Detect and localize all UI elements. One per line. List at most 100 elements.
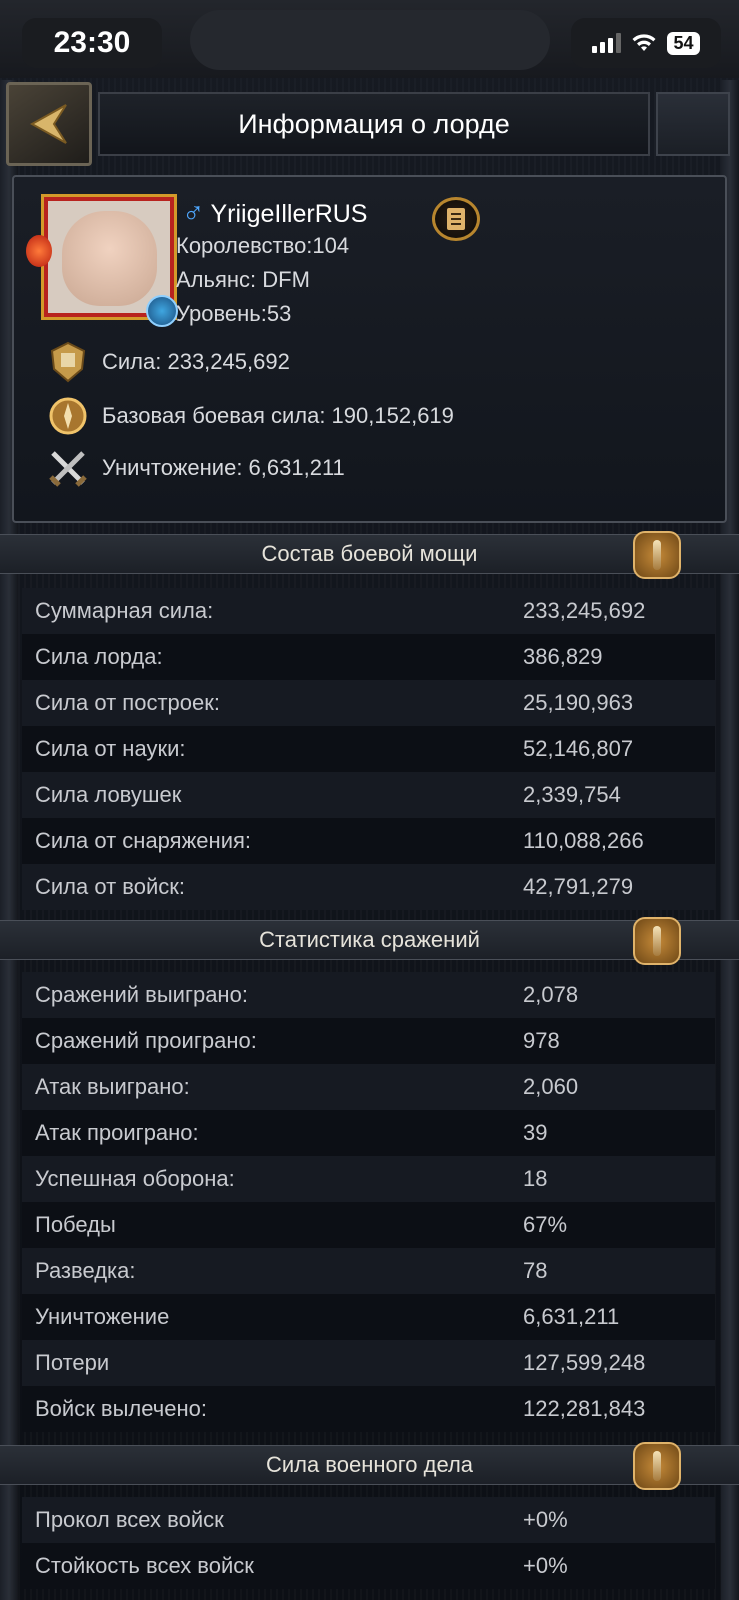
row-value: +0% bbox=[523, 1507, 568, 1532]
row-value: 110,088,266 bbox=[523, 828, 644, 853]
level-label: Уровень:53 bbox=[176, 301, 292, 326]
table-row: Потери 127,599,248 bbox=[22, 1340, 715, 1386]
row-label: Сила лорда: bbox=[35, 644, 163, 669]
row-label: Победы bbox=[35, 1212, 116, 1237]
table-row: Стойкость всех войск +0% bbox=[22, 1543, 715, 1589]
status-indicators: 54 bbox=[571, 18, 721, 68]
table-row: Сила ловушек 2,339,754 bbox=[22, 772, 715, 818]
cell-signal-icon bbox=[592, 33, 622, 53]
stat-base-combat: Базовая боевая сила: 190,152,619 bbox=[44, 393, 454, 439]
row-label: Суммарная сила: bbox=[35, 598, 214, 623]
row-value: 233,245,692 bbox=[523, 598, 646, 623]
row-value: 52,146,807 bbox=[523, 736, 634, 761]
row-value: 2,078 bbox=[523, 982, 579, 1007]
row-label: Сила от построек: bbox=[35, 690, 220, 715]
lord-name-row: ♂ YriigeIllerRUS bbox=[182, 199, 367, 229]
lord-name: YriigeIllerRUS bbox=[210, 199, 368, 228]
kingdom-label: Королевство:104 bbox=[176, 233, 350, 258]
row-value: 2,339,754 bbox=[523, 782, 621, 807]
male-gender-icon: ♂ bbox=[182, 197, 205, 230]
base-combat-icon bbox=[44, 393, 92, 439]
row-value: 127,599,248 bbox=[523, 1350, 646, 1375]
change-avatar-icon[interactable] bbox=[146, 295, 178, 327]
row-label: Стойкость всех войск bbox=[35, 1553, 254, 1578]
row-value: 67% bbox=[523, 1212, 568, 1237]
row-label: Прокол всех войск bbox=[35, 1507, 224, 1532]
table-row: Сила от войск: 42,791,279 bbox=[22, 864, 715, 910]
back-button[interactable] bbox=[6, 82, 92, 166]
section-title: Статистика сражений bbox=[259, 927, 480, 952]
row-label: Разведка: bbox=[35, 1258, 136, 1283]
row-value: 386,829 bbox=[523, 644, 603, 669]
status-time: 23:30 bbox=[22, 18, 162, 68]
header-ornament bbox=[656, 92, 730, 156]
table-row: Прокол всех войск +0% bbox=[22, 1497, 715, 1543]
row-value: 978 bbox=[523, 1028, 560, 1053]
table-row: Уничтожение 6,631,211 bbox=[22, 1294, 715, 1340]
row-label: Потери bbox=[35, 1350, 110, 1375]
page-title: Информация о лорде bbox=[98, 92, 650, 156]
row-value: 122,281,843 bbox=[523, 1396, 646, 1421]
battery-level: 54 bbox=[667, 31, 700, 55]
row-label: Сражений выиграно: bbox=[35, 982, 248, 1007]
stat-destruction: Уничтожение: 6,631,211 bbox=[44, 445, 345, 491]
stat-destruction-label: Уничтожение: 6,631,211 bbox=[102, 455, 345, 480]
military-power-table: Прокол всех войск +0% Стойкость всех войс… bbox=[22, 1497, 715, 1589]
table-row: Победы 67% bbox=[22, 1202, 715, 1248]
info-button[interactable] bbox=[633, 531, 681, 579]
info-button[interactable] bbox=[633, 1442, 681, 1490]
row-label: Сила от науки: bbox=[35, 736, 186, 761]
row-label: Сила от войск: bbox=[35, 874, 186, 899]
section-header-military-power: Сила военного дела bbox=[0, 1442, 739, 1490]
row-label: Атак проиграно: bbox=[35, 1120, 199, 1145]
row-value: 39 bbox=[523, 1120, 548, 1145]
row-label: Успешная оборона: bbox=[35, 1166, 235, 1191]
table-row: Атак выиграно: 2,060 bbox=[22, 1064, 715, 1110]
table-row: Войск вылечено: 122,281,843 bbox=[22, 1386, 715, 1432]
row-value: 78 bbox=[523, 1258, 548, 1283]
row-label: Атак выиграно: bbox=[35, 1074, 190, 1099]
section-header-battle-stats: Статистика сражений bbox=[0, 917, 739, 965]
table-row: Сражений проиграно: 978 bbox=[22, 1018, 715, 1064]
table-row: Сила лорда: 386,829 bbox=[22, 634, 715, 680]
document-icon bbox=[447, 208, 465, 230]
table-row: Разведка: 78 bbox=[22, 1248, 715, 1294]
power-icon bbox=[44, 339, 92, 385]
row-value: +0% bbox=[523, 1553, 568, 1578]
document-button[interactable] bbox=[432, 197, 480, 241]
table-row: Атак проиграно: 39 bbox=[22, 1110, 715, 1156]
row-value: 25,190,963 bbox=[523, 690, 634, 715]
row-value: 18 bbox=[523, 1166, 548, 1191]
stat-power: Сила: 233,245,692 bbox=[44, 339, 290, 385]
row-label: Сила ловушек bbox=[35, 782, 182, 807]
power-composition-table: Суммарная сила: 233,245,692 Сила лорда: 38… bbox=[22, 588, 715, 910]
stat-base-combat-label: Базовая боевая сила: 190,152,619 bbox=[102, 403, 454, 428]
table-row: Сила от снаряжения: 110,088,266 bbox=[22, 818, 715, 864]
status-bar: 23:30 54 bbox=[0, 0, 739, 78]
dynamic-island bbox=[190, 10, 550, 70]
info-button[interactable] bbox=[633, 917, 681, 965]
table-row: Сила от построек: 25,190,963 bbox=[22, 680, 715, 726]
row-label: Уничтожение bbox=[35, 1304, 170, 1329]
avatar-photo bbox=[62, 211, 157, 306]
alliance-label: Альянс: DFM bbox=[176, 267, 310, 292]
table-row: Сражений выиграно: 2,078 bbox=[22, 972, 715, 1018]
lantern-icon bbox=[26, 235, 52, 267]
table-row: Суммарная сила: 233,245,692 bbox=[22, 588, 715, 634]
section-header-power-composition: Состав боевой мощи bbox=[0, 531, 739, 579]
row-value: 6,631,211 bbox=[523, 1304, 620, 1329]
back-arrow-icon bbox=[29, 104, 67, 144]
stat-power-label: Сила: 233,245,692 bbox=[102, 349, 290, 374]
section-title: Сила военного дела bbox=[265, 1452, 474, 1477]
app-header: Информация о лорде bbox=[0, 78, 739, 168]
lord-profile-card: ♂ YriigeIllerRUS Королевство:104 Альянс:… bbox=[12, 175, 727, 523]
row-label: Сила от снаряжения: bbox=[35, 828, 252, 853]
wifi-icon bbox=[632, 34, 656, 51]
row-value: 42,791,279 bbox=[523, 874, 634, 899]
table-row: Успешная оборона: 18 bbox=[22, 1156, 715, 1202]
row-label: Сражений проиграно: bbox=[35, 1028, 257, 1053]
battle-stats-table: Сражений выиграно: 2,078 Сражений проигра… bbox=[22, 972, 715, 1432]
row-value: 2,060 bbox=[523, 1074, 579, 1099]
section-title: Состав боевой мощи bbox=[261, 541, 478, 566]
crossed-swords-icon bbox=[44, 445, 92, 491]
